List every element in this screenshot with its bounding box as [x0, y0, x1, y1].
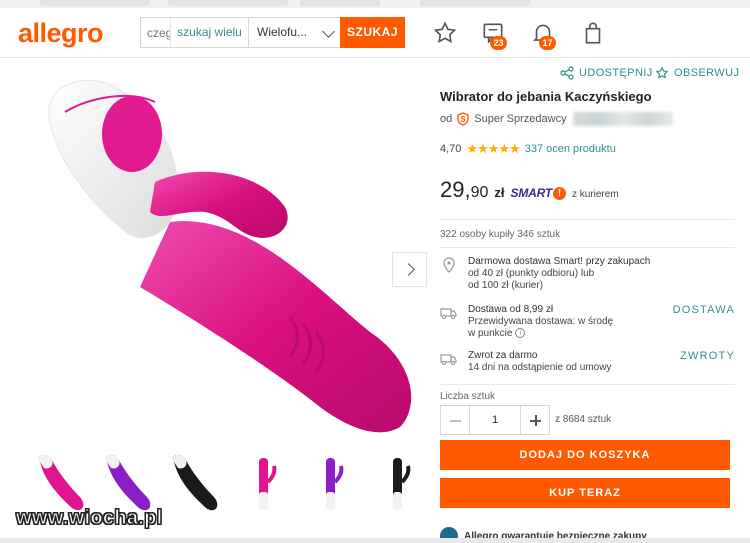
search-button[interactable]: SZUKAJ: [340, 17, 405, 48]
smart-delivery-info: Darmowa dostawa Smart! przy zakupach od …: [440, 256, 735, 296]
seller-prefix: od: [440, 113, 453, 125]
divider: [440, 219, 735, 220]
super-seller-icon: S: [457, 112, 469, 126]
search-bar: szukaj wielu Wielofu...: [140, 17, 342, 48]
watermark: www.wiocha.pl: [16, 507, 163, 530]
price-row: 29,90 zł SMART ! z kurierem: [440, 177, 619, 203]
carousel-next-button[interactable]: [392, 252, 427, 287]
thumbnail-purple-front[interactable]: [298, 452, 362, 518]
messages-badge: 23: [490, 36, 507, 50]
return-line-2: 14 dni na odstąpienie od umowy: [468, 362, 612, 373]
chevron-right-icon: [402, 263, 415, 276]
product-title: Wibrator do jebania Kaczyńskiego: [440, 89, 652, 104]
rating-row: 4,70 ★★★★★ 337 ocen produktu: [440, 141, 616, 157]
thumbnail-black-front[interactable]: [365, 452, 429, 518]
shipping-line-3: w punkcie: [468, 328, 513, 339]
chevron-down-icon: [322, 25, 335, 38]
browser-tab-strip: [0, 0, 750, 8]
smart-label: SMART: [510, 186, 553, 200]
add-to-cart-button[interactable]: DODAJ DO KOSZYKA: [440, 440, 730, 470]
cart-icon[interactable]: [580, 20, 606, 46]
shipping-line-1: Dostawa od 8,99 zł: [468, 304, 554, 315]
quantity-input[interactable]: [470, 405, 520, 435]
courier-label: z kurierem: [571, 189, 619, 200]
shipping-info: Dostawa od 8,99 zł Przewidywana dostawa:…: [440, 304, 735, 344]
truck-icon: [440, 308, 457, 319]
browser-tab[interactable]: [168, 0, 288, 6]
shipping-line-2: Przewidywana dostawa: w środę: [468, 316, 614, 327]
thumbnail-black[interactable]: [164, 452, 228, 518]
browser-tab[interactable]: [300, 0, 380, 6]
browser-tab[interactable]: [420, 0, 530, 6]
product-main-image[interactable]: [20, 62, 420, 442]
smart-line-1: Darmowa dostawa Smart! przy zakupach: [468, 256, 651, 267]
watch-label: OBSERWUJ: [674, 67, 740, 79]
allegro-logo[interactable]: allegro: [18, 18, 104, 49]
svg-text:S: S: [461, 115, 467, 124]
delivery-link[interactable]: DOSTAWA: [673, 304, 735, 316]
share-label: UDOSTĘPNIJ: [579, 67, 653, 79]
price-integer: 29,: [440, 177, 471, 202]
share-icon: [560, 66, 574, 80]
seller-badge-label: Super Sprzedawcy: [474, 113, 567, 125]
seller-name-blurred[interactable]: [572, 112, 673, 126]
price-decimal: 90: [470, 184, 489, 201]
location-pin-icon: [443, 257, 455, 273]
watch-button[interactable]: OBSERWUJ: [655, 66, 739, 80]
smart-line-2: od 40 zł (punkty odbioru) lub: [468, 268, 595, 279]
info-icon[interactable]: i: [515, 328, 526, 339]
share-button[interactable]: UDOSTĘPNIJ: [560, 66, 653, 80]
quantity-label: Liczba sztuk: [440, 391, 496, 402]
returns-link[interactable]: ZWROTY: [680, 350, 735, 362]
quantity-increase-button[interactable]: [520, 405, 550, 435]
return-line-1: Zwrot za darmo: [468, 350, 538, 361]
rating-stars: ★★★★★: [466, 141, 520, 156]
search-many-link[interactable]: szukaj wielu: [171, 18, 249, 47]
star-outline-icon: [655, 66, 669, 79]
product-actions: UDOSTĘPNIJ OBSERWUJ: [560, 64, 739, 84]
quantity-stepper: [440, 405, 550, 435]
category-select[interactable]: Wielofu...: [249, 18, 341, 47]
reviews-link[interactable]: 337 ocen produktu: [525, 143, 616, 155]
quantity-decrease-button[interactable]: [440, 405, 470, 435]
browser-tab[interactable]: [40, 0, 150, 6]
smart-line-3: od 100 zł (kurier): [468, 280, 544, 291]
sold-count: 322 osoby kupiły 346 sztuk: [440, 229, 561, 240]
return-truck-icon: [440, 354, 457, 365]
smart-bubble-icon: !: [552, 186, 566, 200]
thumbnail-pink-front[interactable]: [231, 452, 295, 518]
buy-now-button[interactable]: KUP TERAZ: [440, 478, 730, 508]
smart-badge: SMART !: [511, 186, 566, 200]
price-currency: zł: [494, 185, 505, 200]
return-info: Zwrot za darmo 14 dni na odstąpienie od …: [440, 350, 735, 380]
notifications-badge: 17: [539, 36, 556, 50]
site-header: allegro szukaj wielu Wielofu... SZUKAJ 2…: [0, 8, 750, 58]
divider: [440, 384, 735, 385]
divider: [440, 247, 735, 248]
rating-value: 4,70: [440, 143, 462, 155]
bottom-scroll-strip: [0, 538, 750, 543]
search-input[interactable]: [141, 18, 171, 47]
category-select-value: Wielofu...: [257, 25, 308, 39]
seller-row: od S Super Sprzedawcy: [440, 112, 673, 126]
quantity-available: z 8684 sztuk: [555, 414, 612, 425]
star-icon[interactable]: [432, 20, 458, 46]
